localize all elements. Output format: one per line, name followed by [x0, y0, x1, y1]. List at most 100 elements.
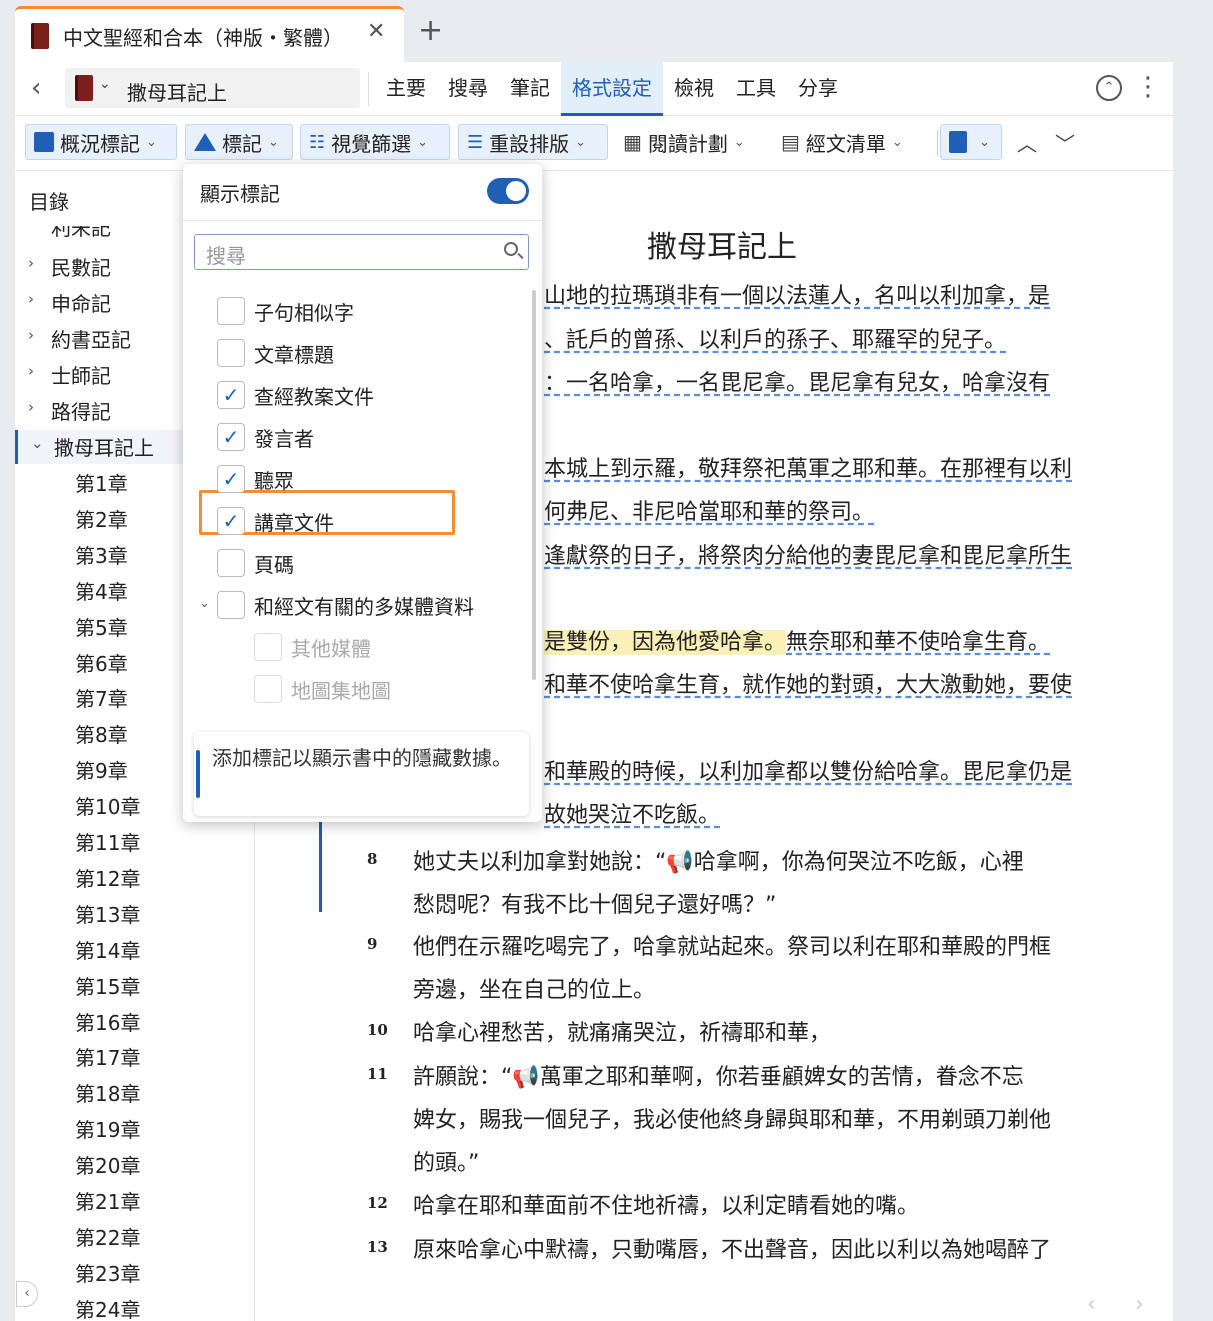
chevron-down-icon: ⌄	[268, 134, 279, 150]
verse-number[interactable]: 10	[367, 1021, 388, 1039]
markers-dropdown: 顯示標記 搜尋 子句相似字 文章標題 ✓ 查經教案文件 ✓ 發言者 ✓ 聽眾 ✓ 講章文件 頁碼 和經…	[183, 164, 542, 822]
toc-chapter[interactable]: 第11章	[15, 825, 254, 859]
highlighted-text: 是雙份，因為他愛哈拿。	[544, 630, 787, 655]
markers-button[interactable]: 標記 ⌄	[185, 124, 293, 160]
marker-option[interactable]: 文章標題	[217, 338, 334, 368]
toc-chapter[interactable]: 第21章	[15, 1184, 254, 1218]
toc-chapter[interactable]: 第19章	[15, 1112, 254, 1146]
visual-filter-button[interactable]: ☷ 視覺篩選 ⌄	[300, 124, 450, 160]
chevron-down-icon: ⌄	[575, 134, 587, 150]
verse-number[interactable]: 11	[367, 1065, 388, 1083]
next-page-icon[interactable]: ›	[1135, 1292, 1144, 1317]
toc-chapter-label: 第13章	[75, 902, 141, 927]
verse-text: ：一名哈拿，一名毘尼拿。毘尼拿有兒女，哈拿沒有	[544, 371, 1051, 396]
toc-chapter[interactable]: 第12章	[15, 861, 254, 895]
document-icon	[949, 131, 967, 153]
toggle-knob	[506, 181, 526, 201]
toc-book-label: 申命記	[51, 292, 111, 316]
toc-chapter-label: 第10章	[75, 795, 141, 820]
checkbox-checked[interactable]: ✓	[217, 465, 245, 493]
divider	[368, 72, 369, 106]
info-card: 添加標記以顯示書中的隱藏數據。	[194, 732, 529, 816]
verse-text: 和華不使哈拿生育，就作她的對頭，大大激動她，要使	[544, 673, 1073, 698]
overview-markers-button[interactable]: ✓ 概況標記 ⌄	[25, 124, 177, 160]
verse-number[interactable]: 12	[367, 1194, 388, 1212]
marker-option: 地圖集地圖	[254, 674, 391, 704]
toc-chapter-label: 第19章	[75, 1118, 141, 1143]
reading-plan-button[interactable]: ▦ 閱讀計劃 ⌄	[615, 124, 763, 160]
marker-option[interactable]: ✓ 查經教案文件	[217, 380, 374, 410]
toc-chapter[interactable]: 第16章	[15, 1005, 254, 1039]
close-icon[interactable]: ✕	[367, 19, 385, 44]
toc-chapter[interactable]: 第24章	[15, 1292, 254, 1321]
option-label: 地圖集地圖	[291, 678, 391, 703]
checkbox[interactable]	[217, 297, 245, 325]
verse-number[interactable]: 13	[367, 1238, 388, 1256]
checkbox[interactable]	[217, 549, 245, 577]
toc-chapter[interactable]: 第14章	[15, 933, 254, 967]
checkbox-checked[interactable]: ✓	[217, 423, 245, 451]
verse-number[interactable]: 8	[367, 850, 377, 868]
menu-notes[interactable]: 筆記	[499, 62, 561, 116]
chevron-right-icon: ›	[28, 254, 34, 272]
toc-chapter[interactable]: 第22章	[15, 1220, 254, 1254]
checkbox	[254, 675, 282, 703]
option-label: 聽眾	[254, 468, 294, 493]
verse-text: 愁悶呢？有我不比十個兒子還好嗎？”	[413, 893, 777, 918]
option-label: 子句相似字	[254, 300, 354, 325]
show-markers-toggle[interactable]	[487, 178, 529, 204]
more-options-icon[interactable]: ⋮	[1135, 72, 1161, 102]
toc-chapter-label: 第6章	[75, 651, 128, 676]
menu-home[interactable]: 主要	[375, 62, 437, 116]
option-label: 查經教案文件	[254, 384, 374, 409]
collapse-toolbar-button[interactable]: ⌃	[1096, 75, 1122, 101]
scrollbar[interactable]	[532, 290, 536, 680]
menu-view[interactable]: 檢視	[663, 62, 725, 116]
verse-text: 山地的拉瑪瑣非有一個以法蓮人，名叫以利加拿，是	[544, 284, 1051, 309]
verse-text: 是雙份，因為他愛哈拿。無奈耶和華不使哈拿生育。	[544, 630, 1051, 655]
book-selector[interactable]: ⌄ 撒母耳記上	[65, 68, 360, 108]
menu-tools[interactable]: 工具	[725, 62, 787, 116]
toc-chapter[interactable]: 第20章	[15, 1148, 254, 1182]
marker-option[interactable]: ✓ 講章文件	[217, 506, 334, 536]
verse-text: 、託戶的曾孫、以利戶的孫子、耶羅罕的兒子。	[544, 328, 1007, 353]
toc-chapter[interactable]: 第18章	[15, 1076, 254, 1110]
toc-book-label: 路得記	[51, 400, 111, 424]
toc-chapter[interactable]: 第13章	[15, 897, 254, 931]
add-tab-button[interactable]: +	[418, 14, 443, 48]
chevron-down-icon[interactable]: ﹀	[1055, 128, 1075, 157]
previous-page-icon[interactable]: ‹	[1087, 1292, 1096, 1317]
verse-text: 原來哈拿心中默禱，只動嘴唇，不出聲音，因此以利以為她喝醉了	[413, 1238, 1052, 1263]
checkbox[interactable]	[217, 591, 245, 619]
marker-option[interactable]: 頁碼	[217, 548, 294, 578]
marker-option[interactable]: ✓ 發言者	[217, 422, 314, 452]
verse-text: 故她哭泣不吃飯。	[544, 803, 721, 828]
option-label: 發言者	[254, 426, 314, 451]
toc-title: 目錄	[29, 190, 69, 214]
document-tab[interactable]: 中文聖經和合本（神版・繁體） ✕	[15, 6, 404, 62]
verse-list-button[interactable]: ▤ 經文清單 ⌄	[773, 124, 923, 160]
chevron-up-icon[interactable]: ︿	[1017, 128, 1037, 157]
book-icon	[75, 75, 93, 101]
toc-chapter[interactable]: 第15章	[15, 969, 254, 1003]
checkbox[interactable]	[217, 339, 245, 367]
menu-search[interactable]: 搜尋	[437, 62, 499, 116]
toc-chapter-label: 第20章	[75, 1154, 141, 1179]
marker-option[interactable]: 和經文有關的多媒體資料	[217, 590, 474, 620]
document-view-button[interactable]: ⌄	[940, 124, 1002, 160]
menu-share[interactable]: 分享	[787, 62, 849, 116]
checkbox-checked[interactable]: ✓	[217, 507, 245, 535]
verse-number[interactable]: 9	[367, 935, 377, 953]
checkbox-checked[interactable]: ✓	[217, 381, 245, 409]
toc-chapter-label: 第16章	[75, 1010, 141, 1035]
marker-option[interactable]: 子句相似字	[217, 296, 354, 326]
menu-format[interactable]: 格式設定	[561, 62, 663, 116]
reset-layout-button[interactable]: ☰ 重設排版 ⌄	[458, 124, 608, 160]
marker-option[interactable]: ✓ 聽眾	[217, 464, 294, 494]
toc-chapter[interactable]: 第23章	[15, 1256, 254, 1290]
marker-search-input[interactable]: 搜尋	[194, 234, 529, 270]
chevron-down-icon[interactable]: ⌄	[199, 596, 210, 611]
toc-chapter[interactable]: 第17章	[15, 1040, 254, 1074]
back-button[interactable]: ‹	[31, 74, 41, 102]
calendar-icon: ▦	[623, 130, 642, 154]
